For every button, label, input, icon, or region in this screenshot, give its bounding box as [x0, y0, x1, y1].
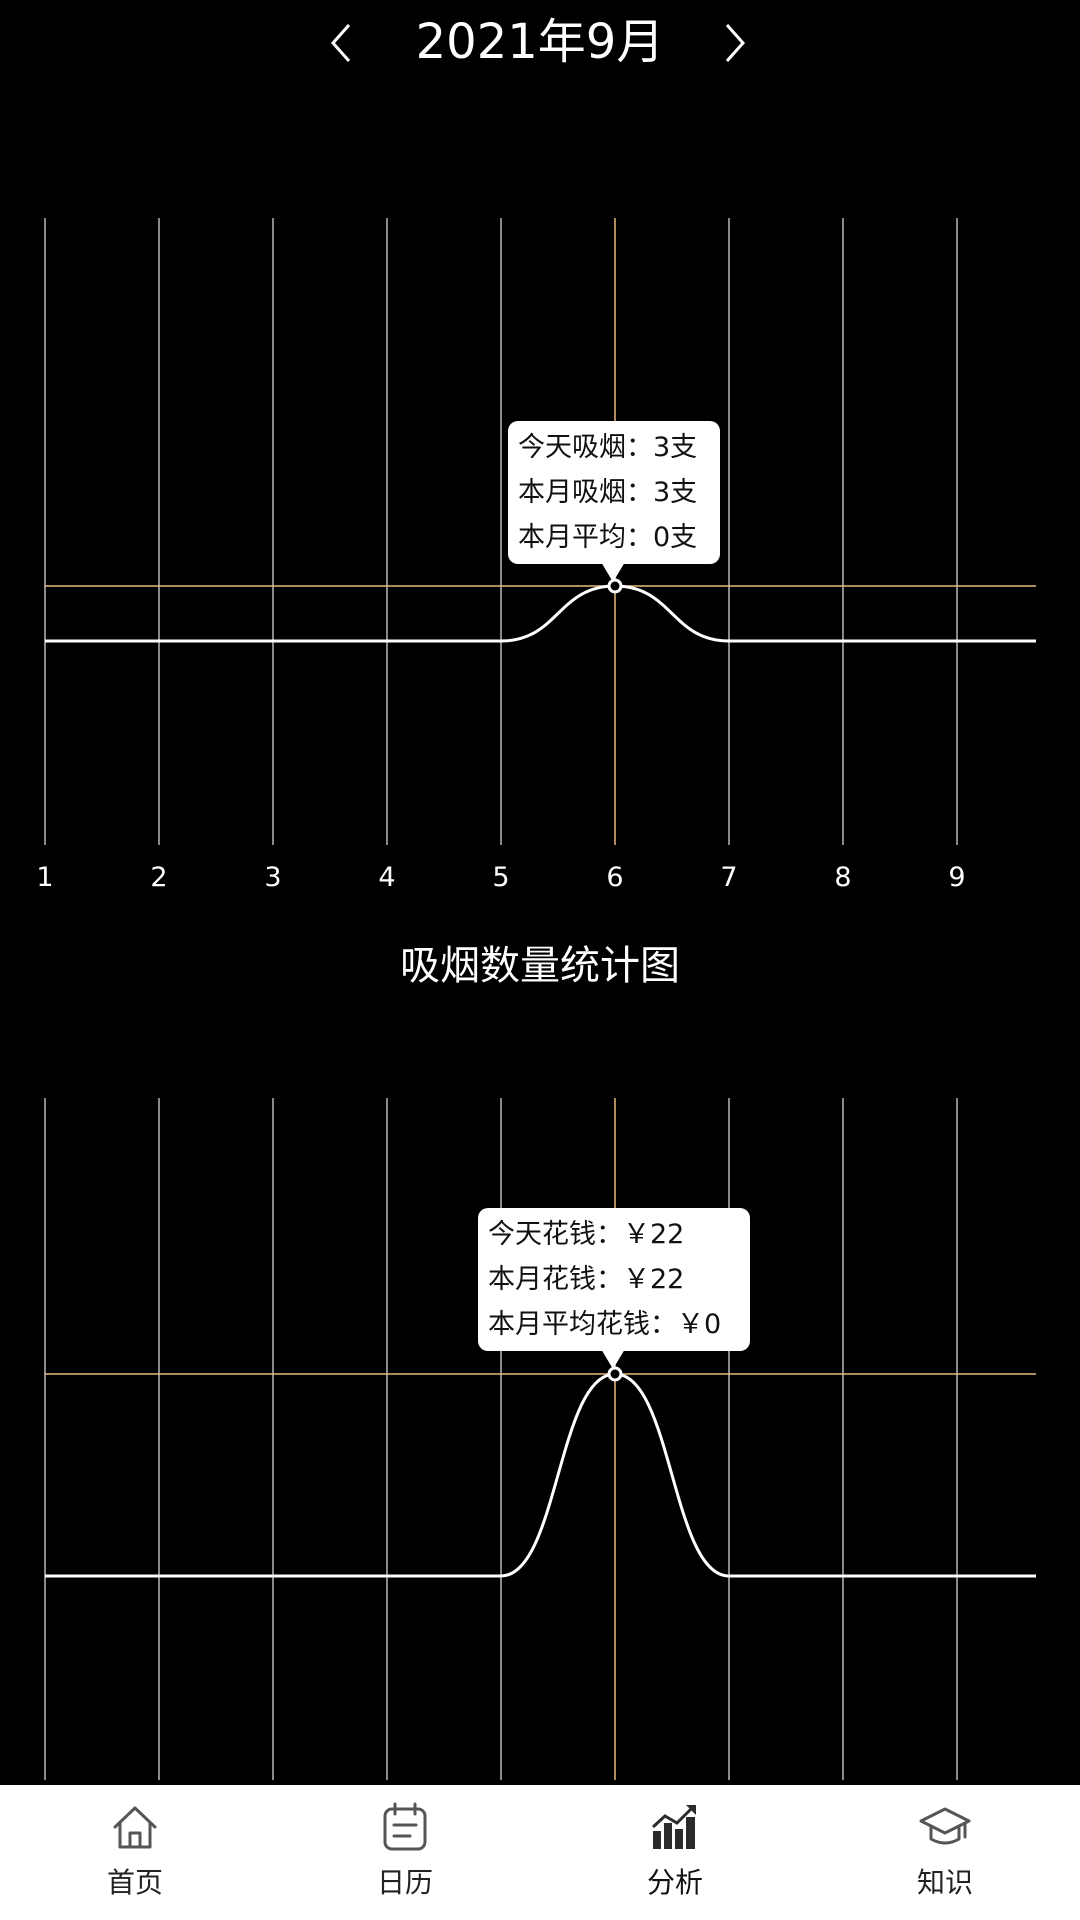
x-tick-label: 3	[264, 862, 281, 893]
x-tick-label: 2	[150, 862, 167, 893]
chart-icon	[647, 1799, 703, 1855]
series-line	[45, 584, 1036, 643]
calendar-icon	[377, 1799, 433, 1855]
tab-knowledge[interactable]: 知识	[810, 1785, 1080, 1920]
x-tick-label: 6	[606, 862, 623, 893]
next-month-button[interactable]	[700, 8, 770, 78]
chart-title: 吸烟数量统计图	[400, 943, 680, 989]
tab-label: 日历	[376, 1866, 433, 1899]
tooltip-line-today: 今天吸烟：3支	[518, 432, 698, 463]
tooltip-line-month: 本月吸烟：3支	[518, 477, 698, 508]
tooltip-line-month: 本月花钱：￥22	[488, 1264, 685, 1295]
spending-chart-svg	[44, 1098, 1036, 1780]
month-header: 2021年9月	[0, 0, 1080, 90]
x-tick-label: 8	[834, 862, 851, 893]
tab-analysis[interactable]: 分析	[540, 1785, 810, 1920]
tab-label: 首页	[106, 1866, 163, 1899]
x-tick-label: 1	[36, 862, 53, 893]
x-tick-label: 7	[720, 862, 737, 893]
spending-chart	[0, 1080, 1080, 1790]
month-title: 2021年9月	[415, 14, 665, 70]
tooltip-line-average: 本月平均花钱：￥0	[488, 1309, 722, 1340]
series-line	[45, 1372, 1036, 1578]
x-tick-label: 9	[948, 862, 965, 893]
highlighted-data-point	[607, 1366, 623, 1382]
app-screen: 2021年9月 1 2 3 4 5 6 7 8 9 今天吸烟：3支 本月吸烟：3支 本月平均：0…	[0, 0, 1080, 1920]
tab-label: 知识	[916, 1866, 973, 1899]
spending-tooltip: 今天花钱：￥22 本月花钱：￥22 本月平均花钱：￥0	[478, 1208, 750, 1369]
tab-calendar[interactable]: 日历	[270, 1785, 540, 1920]
x-tick-label: 5	[492, 862, 509, 893]
tooltip-line-average: 本月平均：0支	[518, 522, 698, 553]
tooltip-line-today: 今天花钱：￥22	[488, 1219, 685, 1250]
graduation-cap-icon	[917, 1799, 973, 1855]
x-tick-label: 4	[378, 862, 395, 893]
bottom-tab-bar: 首页 日历 分析 知识	[0, 1785, 1080, 1920]
tab-home[interactable]: 首页	[0, 1785, 270, 1920]
home-icon	[107, 1799, 163, 1855]
chevron-right-icon	[725, 24, 746, 62]
tab-label: 分析	[646, 1866, 703, 1899]
cigarette-tooltip: 今天吸烟：3支 本月吸烟：3支 本月平均：0支	[508, 421, 720, 582]
